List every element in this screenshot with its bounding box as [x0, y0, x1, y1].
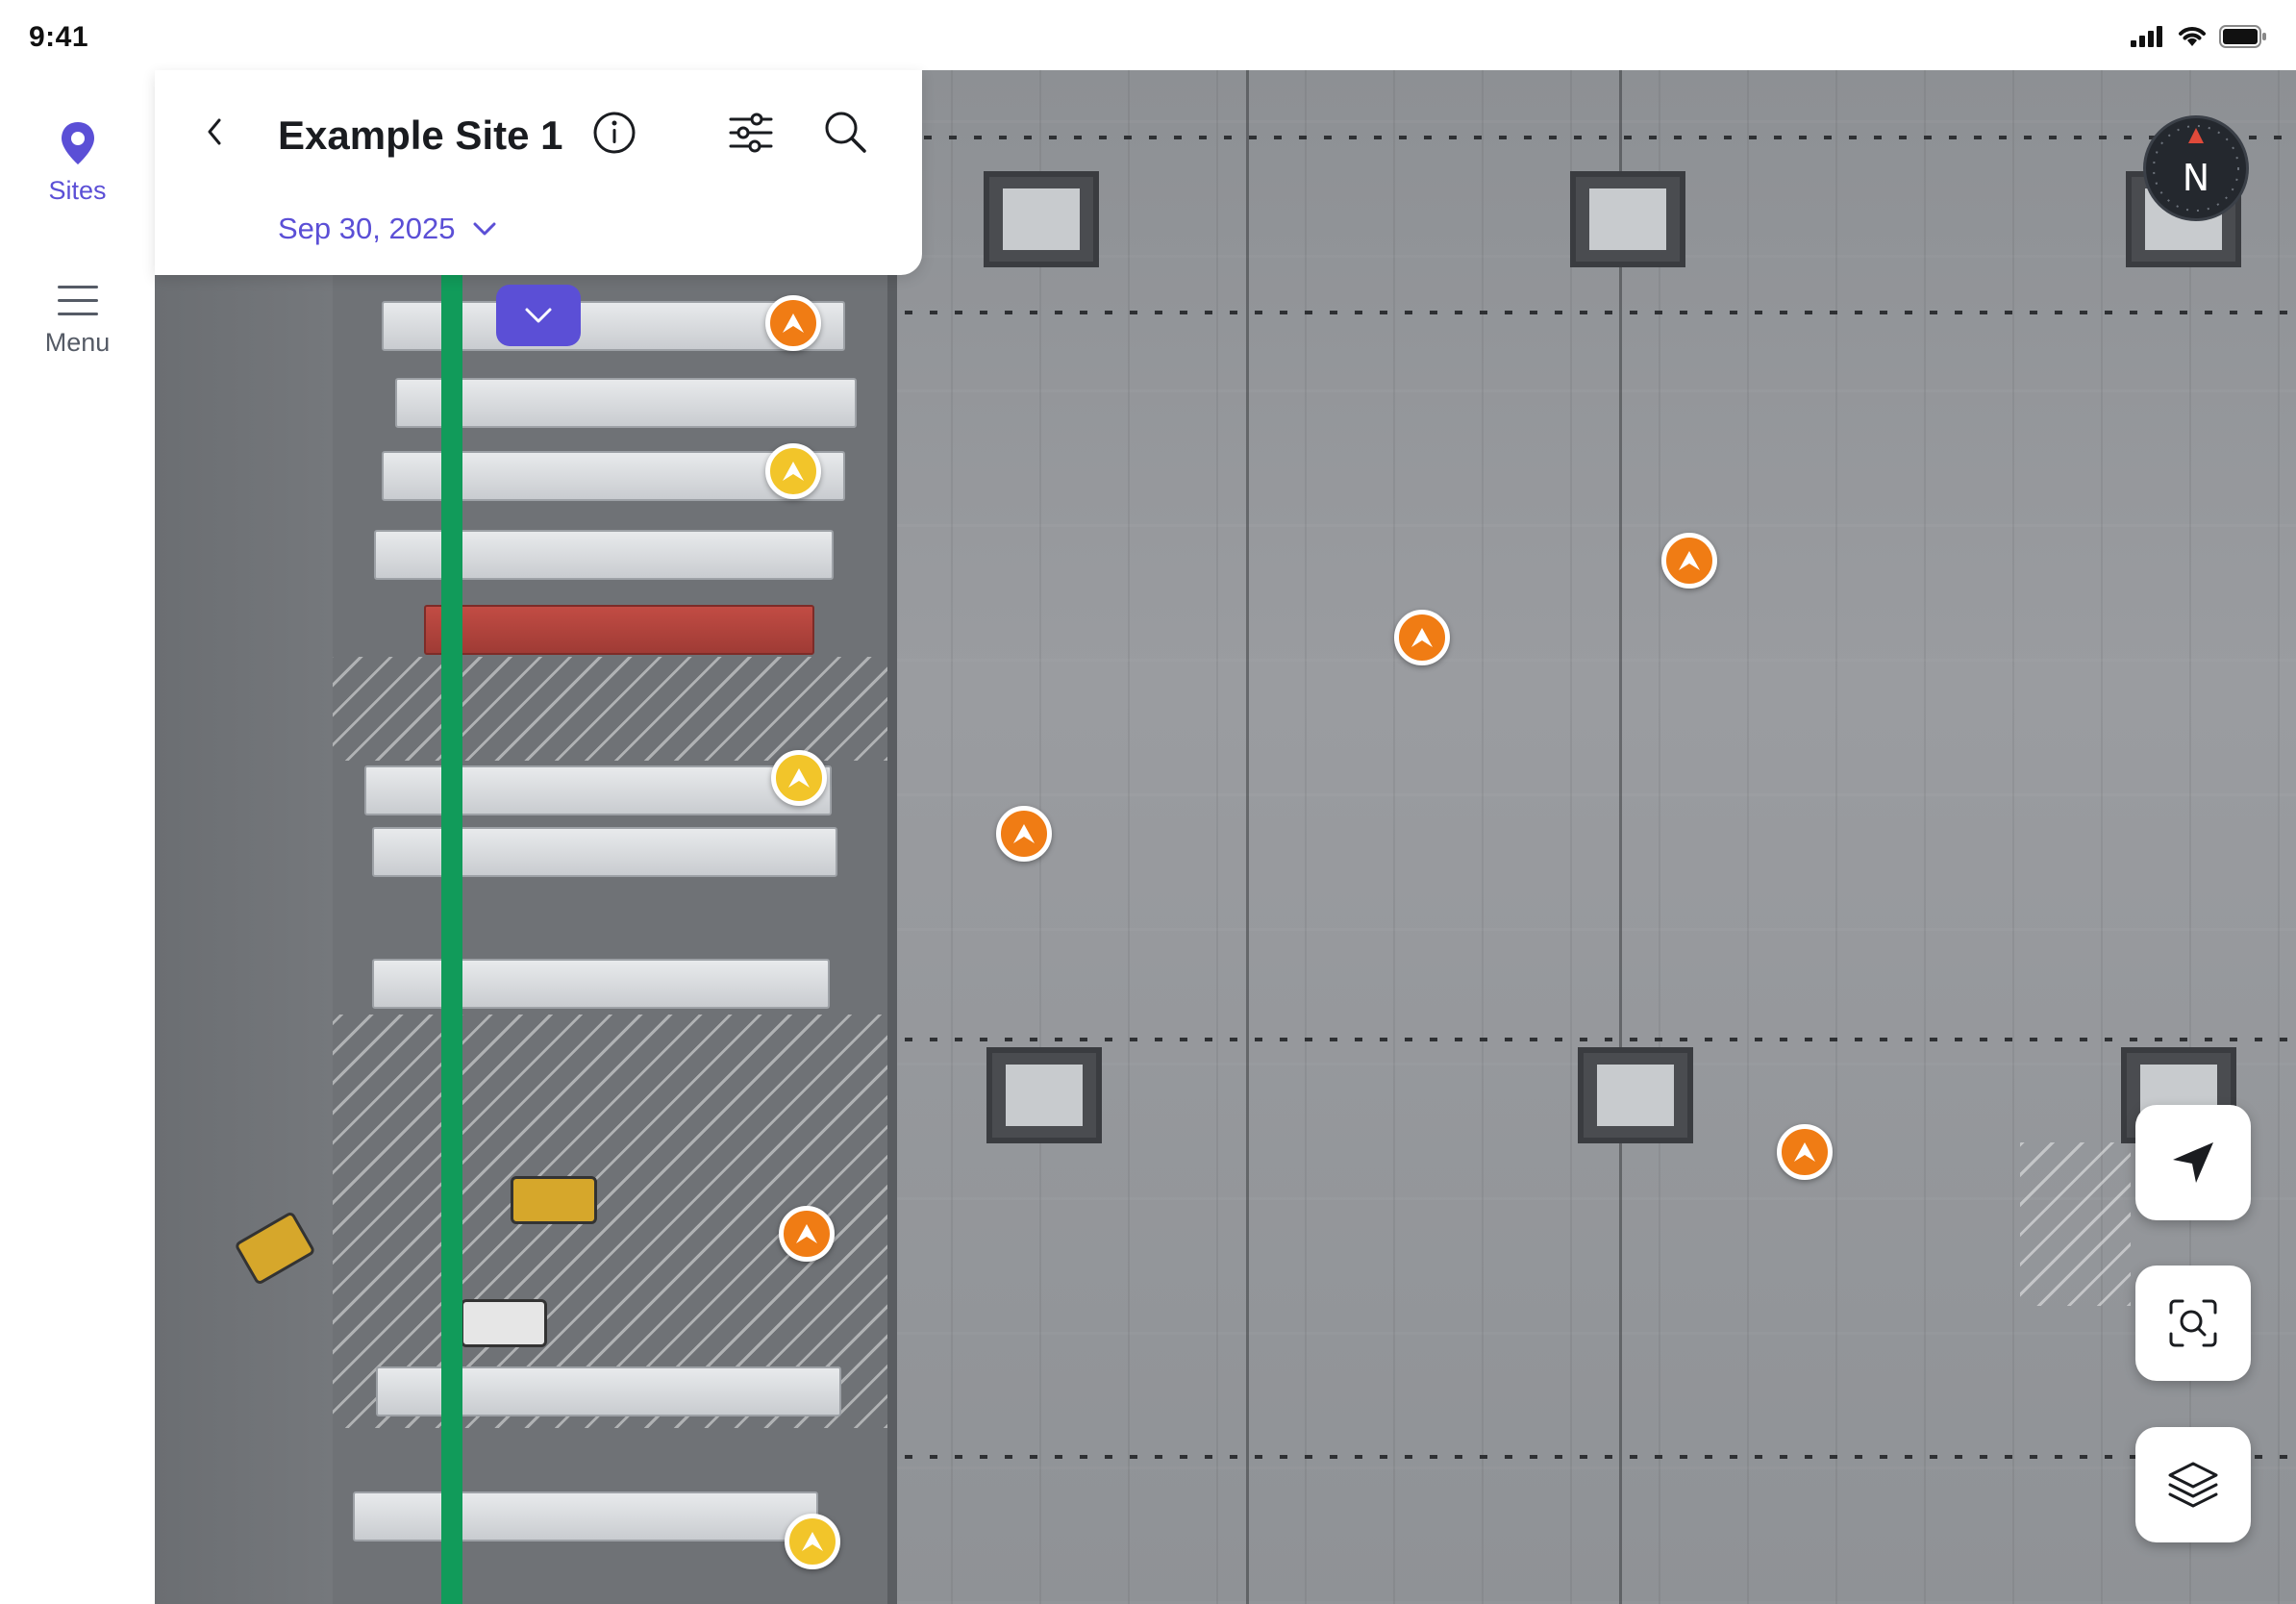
rooftop-unit — [1578, 1047, 1693, 1143]
search-button[interactable] — [822, 109, 868, 160]
map-marker[interactable] — [765, 295, 821, 351]
wifi-icon — [2179, 27, 2206, 46]
status-icons — [2131, 25, 2267, 48]
trailer — [353, 1491, 818, 1541]
roof-line — [1246, 70, 1249, 1604]
rooftop-unit — [986, 1047, 1102, 1143]
arrow-up-icon — [788, 768, 810, 788]
arrow-up-icon — [1679, 551, 1700, 570]
map-marker[interactable] — [1777, 1124, 1833, 1180]
arrow-up-icon — [802, 1532, 823, 1551]
layers-button[interactable] — [2135, 1427, 2251, 1542]
arrow-up-icon — [796, 1224, 817, 1243]
map-marker[interactable] — [779, 1206, 835, 1262]
map-marker[interactable] — [996, 806, 1052, 862]
roof-line — [1619, 70, 1622, 1604]
trailer-red — [424, 605, 814, 655]
site-header-panel: Example Site 1 Sep 30, 2025 — [155, 70, 922, 275]
scan-search-button[interactable] — [2135, 1266, 2251, 1381]
chevron-left-icon — [208, 118, 221, 145]
left-rail: Sites Menu — [0, 70, 155, 1604]
back-button[interactable] — [193, 109, 236, 155]
arrow-up-icon — [783, 462, 804, 481]
locate-button[interactable] — [2135, 1105, 2251, 1220]
map-marker[interactable] — [785, 1514, 840, 1569]
status-time: 9:41 — [29, 21, 89, 53]
info-button[interactable] — [592, 111, 636, 160]
rail-item-sites[interactable]: Sites — [0, 120, 155, 206]
status-bar: 9:41 — [0, 0, 2296, 70]
hamburger-menu-icon — [57, 286, 98, 315]
arrow-up-icon — [1013, 824, 1035, 843]
rail-item-menu[interactable]: Menu — [0, 284, 155, 358]
rail-label-sites: Sites — [48, 176, 107, 205]
expand-panel-button[interactable] — [496, 285, 581, 346]
trailer — [364, 765, 832, 815]
date-selector[interactable]: Sep 30, 2025 — [278, 212, 497, 246]
layers-icon — [2168, 1462, 2218, 1508]
roof-seam — [905, 311, 2296, 314]
compass[interactable]: N — [2143, 115, 2249, 221]
sliders-icon — [729, 113, 773, 153]
route-line — [441, 70, 462, 1604]
arrow-up-icon — [1794, 1142, 1815, 1162]
locate-icon — [2173, 1142, 2213, 1183]
date-label: Sep 30, 2025 — [278, 212, 456, 245]
loader-vehicle — [511, 1176, 597, 1224]
map-marker[interactable] — [1394, 610, 1450, 665]
info-icon — [593, 112, 636, 154]
map-pin-icon — [61, 122, 94, 164]
roof-seam — [924, 136, 2296, 139]
chevron-down-icon — [525, 308, 552, 323]
hatched-zone — [2020, 1142, 2131, 1306]
map-marker[interactable] — [1661, 533, 1717, 589]
aerial-map[interactable] — [155, 70, 2296, 1604]
rooftop-unit — [1570, 171, 1685, 267]
cellular-signal-icon — [2131, 26, 2162, 47]
chevron-down-icon — [473, 222, 496, 236]
loader-vehicle — [461, 1299, 547, 1347]
map-road — [155, 70, 333, 1604]
map-marker[interactable] — [765, 443, 821, 499]
search-icon — [825, 112, 866, 153]
compass-north-label: N — [2182, 157, 2210, 199]
filter-button[interactable] — [728, 111, 774, 160]
trailer — [395, 378, 857, 428]
arrow-up-icon — [783, 313, 804, 333]
hatched-zone — [333, 657, 887, 761]
lot-curb — [887, 70, 897, 1604]
site-title: Example Site 1 — [278, 113, 563, 158]
rail-label-menu: Menu — [44, 328, 111, 357]
rooftop-unit — [984, 171, 1099, 267]
map-marker[interactable] — [771, 750, 827, 806]
battery-icon — [2219, 25, 2266, 48]
roof-seam — [905, 1038, 2296, 1041]
roof-seam — [905, 1455, 2296, 1459]
scan-search-icon — [2169, 1299, 2217, 1347]
arrow-up-icon — [1411, 628, 1433, 647]
